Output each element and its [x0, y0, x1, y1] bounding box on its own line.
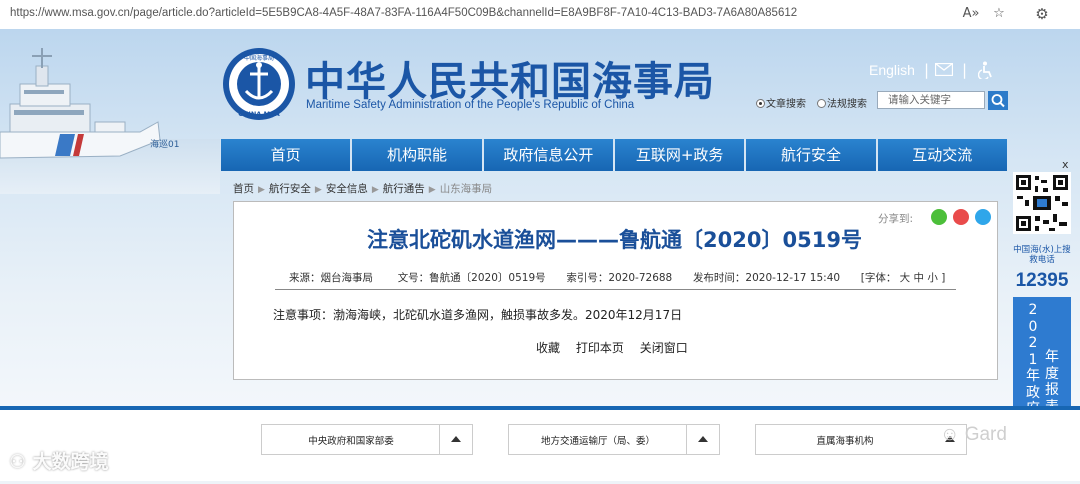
hotline-number[interactable]: 12395: [1013, 270, 1071, 292]
article-meta: 来源：烟台海事局 文号：鲁航通〔2020〕0519号 索引号：2020-7268…: [289, 270, 945, 285]
breadcrumb: 首页 ▶ 航行安全 ▶ 安全信息 ▶ 航行通告 ▶ 山东海事局: [233, 181, 492, 196]
breadcrumb-nav-safety[interactable]: 航行安全: [269, 183, 311, 195]
chevron-right-icon: ▶: [258, 185, 265, 195]
nav-navigation-safety[interactable]: 航行安全: [746, 139, 876, 171]
nav-home[interactable]: 首页: [221, 139, 351, 171]
caret-up-icon[interactable]: [439, 425, 472, 454]
search-scope-law-radio[interactable]: 法规搜索: [817, 95, 867, 110]
breadcrumb-home[interactable]: 首页: [233, 183, 254, 195]
qr-code-image: [1013, 172, 1071, 234]
local-transport-select[interactable]: 地方交通运输厅（局、委）: [508, 424, 720, 455]
url-text[interactable]: https://www.msa.gov.cn/page/article.do?a…: [10, 7, 797, 19]
separator: |: [924, 61, 930, 79]
logo-text-top: 中国海事局: [244, 54, 274, 62]
chevron-right-icon: ▶: [314, 185, 322, 195]
chevron-right-icon: ▶: [371, 185, 379, 195]
watermark-right-text: Gard: [964, 424, 1007, 445]
watermark-left-text: 大数跨境: [32, 451, 109, 473]
mail-icon[interactable]: [935, 63, 953, 76]
main-nav: 首页 机构职能 政府信息公开 互联网+政务 航行安全 互动交流: [221, 139, 1007, 171]
patrol-ship-image: 海巡01: [0, 48, 220, 194]
divider: [275, 289, 956, 290]
search-button[interactable]: [988, 91, 1008, 110]
article-doc-no: 文号：鲁航通〔2020〕0519号: [397, 272, 546, 284]
search-scope-article-radio[interactable]: 文章搜索: [756, 95, 806, 110]
logo-text-bottom: CHINA MSA: [238, 110, 280, 118]
search-scope-law-label: 法规搜索: [827, 99, 867, 110]
settings-icon[interactable]: ⚙: [1033, 5, 1051, 23]
breadcrumb-shandong[interactable]: 山东海事局: [440, 183, 493, 195]
close-window-link[interactable]: 关闭窗口: [640, 341, 688, 355]
qq-share-icon[interactable]: [975, 209, 991, 225]
print-link[interactable]: 打印本页: [576, 341, 624, 355]
wechat-watermark-icon: ☺: [940, 424, 965, 445]
english-link[interactable]: English: [869, 62, 915, 78]
msa-branches-select-label: 直属海事机构: [816, 436, 874, 447]
article-index-no: 索引号：2020-72688: [566, 272, 673, 284]
watermark-right: ☺ Gard: [940, 424, 1007, 446]
weibo-share-icon[interactable]: [953, 209, 969, 225]
search-scope-article-label: 文章搜索: [766, 99, 806, 110]
article-title: 注意北砣矶水道渔网———鲁航通〔2020〕0519号: [367, 228, 862, 252]
favorite-star-icon[interactable]: ☆: [990, 5, 1008, 23]
radio-empty-icon: [817, 99, 826, 108]
hotline-label: 中国海(水)上搜救电话: [1013, 245, 1071, 265]
watermark-left: ⚇ 大数跨境: [9, 447, 109, 474]
address-bar[interactable]: https://www.msa.gov.cn/page/article.do?a…: [0, 0, 1080, 30]
nav-functions[interactable]: 机构职能: [352, 139, 482, 171]
article-actions: 收藏 打印本页 关闭窗口: [536, 339, 700, 356]
site-title-en: Maritime Safety Administration of the Pe…: [306, 99, 635, 111]
breadcrumb-safety-info[interactable]: 安全信息: [326, 183, 368, 195]
caret-up-icon[interactable]: [686, 425, 719, 454]
read-aloud-icon[interactable]: A»: [962, 5, 980, 23]
chevron-right-icon: ▶: [428, 185, 436, 195]
accessibility-icon[interactable]: [978, 61, 994, 79]
nav-internet-gov[interactable]: 互联网+政务: [614, 139, 745, 171]
nav-interaction[interactable]: 互动交流: [877, 139, 1007, 171]
msa-branches-select[interactable]: 直属海事机构: [755, 424, 967, 455]
search-input[interactable]: 请输入关键字: [877, 91, 985, 109]
local-transport-select-label: 地方交通运输厅（局、委）: [540, 436, 655, 447]
nav-gov-info[interactable]: 政府信息公开: [483, 139, 613, 171]
article-publish-time: 发布时间：2020-12-17 15:40: [692, 272, 841, 284]
separator: |: [962, 61, 968, 79]
article-body: 注意事项：渤海海峡，北砣矶水道多渔网，触损事故多发。2020年12月17日: [273, 308, 683, 322]
central-gov-select-label: 中央政府和国家部委: [308, 436, 394, 447]
favorite-link[interactable]: 收藏: [536, 341, 560, 355]
ship-hull-text: 海巡01: [150, 138, 179, 150]
central-gov-select[interactable]: 中央政府和国家部委: [261, 424, 473, 455]
close-icon[interactable]: x: [1062, 158, 1069, 171]
radio-selected-icon: [756, 99, 765, 108]
watermark-logo-icon: ⚇: [9, 451, 33, 473]
msa-logo: 中国海事局 CHINA MSA: [223, 48, 295, 120]
font-size-switch[interactable]: [字体： 大 中 小 ]: [861, 272, 946, 284]
wechat-share-icon[interactable]: [931, 209, 947, 225]
article-source: 来源：烟台海事局: [289, 272, 373, 284]
breadcrumb-notices[interactable]: 航行通告: [383, 183, 425, 195]
